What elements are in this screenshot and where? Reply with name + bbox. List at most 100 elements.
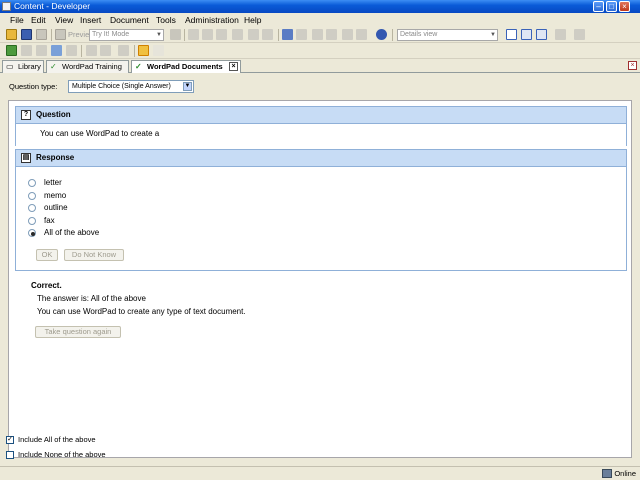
menu-edit[interactable]: Edit <box>31 15 46 25</box>
option-memo[interactable]: memo <box>28 191 66 202</box>
radio-button[interactable] <box>28 192 36 200</box>
question-text: You can use WordPad to create a <box>40 129 160 138</box>
include-none-checkbox[interactable]: Include None of the above <box>6 450 106 461</box>
sync-icon[interactable] <box>574 29 585 40</box>
response-icon: ▤ <box>21 153 31 163</box>
option-fax[interactable]: fax <box>28 216 55 227</box>
checkbox-checked[interactable]: ✓ <box>6 436 14 444</box>
tab-wordpad-training[interactable]: ✓ WordPad Training <box>46 60 129 73</box>
toolbar-button[interactable] <box>21 45 32 56</box>
copy-icon[interactable] <box>202 29 213 40</box>
do-not-know-button[interactable]: Do Not Know <box>64 249 124 261</box>
redo-icon[interactable] <box>296 29 307 40</box>
outdent-icon[interactable] <box>326 29 337 40</box>
toolbar-separator <box>134 45 135 57</box>
question-editor: ? Question You can use WordPad to create… <box>8 100 632 458</box>
radio-button[interactable] <box>28 179 36 187</box>
view-select[interactable]: Details view ▼ <box>397 29 498 41</box>
question-body: You can use WordPad to create a <box>15 124 627 146</box>
ok-button[interactable]: OK <box>36 249 58 261</box>
menu-tools[interactable]: Tools <box>156 15 176 25</box>
tab-library[interactable]: ▭ Library <box>2 60 44 73</box>
replace-icon[interactable] <box>356 29 367 40</box>
question-type-value: Multiple Choice (Single Answer) <box>72 83 171 90</box>
tab-label: WordPad Documents <box>147 62 223 71</box>
menu-view[interactable]: View <box>55 15 73 25</box>
document-tabs: ▭ Library ✓ WordPad Training ✓ WordPad D… <box>0 59 640 74</box>
edit-pencil-icon[interactable] <box>138 45 149 56</box>
question-section-header: ? Question <box>15 106 627 124</box>
check-icon: ✓ <box>135 62 142 71</box>
delete-icon[interactable] <box>232 29 243 40</box>
close-button[interactable]: × <box>619 1 630 12</box>
title-bar: Content - Developer – □ × <box>0 0 640 13</box>
menu-bar: File Edit View Insert Document Tools Adm… <box>0 13 640 27</box>
response-section-header: ▤ Response <box>15 149 627 167</box>
include-all-label: Include All of the above <box>18 435 96 444</box>
publish-icon[interactable] <box>555 29 566 40</box>
menu-insert[interactable]: Insert <box>80 15 101 25</box>
option-label: All of the above <box>44 228 100 237</box>
toolbar-button[interactable] <box>66 45 77 56</box>
option-label: fax <box>44 216 55 225</box>
toolbar-separator <box>392 29 393 41</box>
feedback-explanation: You can use WordPad to create any type o… <box>37 307 246 316</box>
toolbar-button[interactable] <box>170 29 181 40</box>
cut-icon[interactable] <box>188 29 199 40</box>
undo-icon[interactable] <box>282 29 293 40</box>
status-bar: Online <box>0 466 640 480</box>
toolbar-separator <box>51 29 52 41</box>
option-label: letter <box>44 178 62 187</box>
checkbox-unchecked[interactable] <box>6 451 14 459</box>
properties-icon[interactable] <box>248 29 259 40</box>
option-outline[interactable]: outline <box>28 203 68 214</box>
book-icon: ▭ <box>6 62 14 71</box>
menu-administration[interactable]: Administration <box>185 15 239 25</box>
tab-label: WordPad Training <box>62 62 122 71</box>
move-up-icon[interactable] <box>86 45 97 56</box>
move-down-icon[interactable] <box>100 45 111 56</box>
layout-single-icon[interactable] <box>506 29 517 40</box>
paste-icon[interactable] <box>216 29 227 40</box>
question-type-select[interactable]: Multiple Choice (Single Answer) ▼ <box>68 80 194 93</box>
layout-split-vertical-icon[interactable] <box>536 29 547 40</box>
image-icon[interactable] <box>51 45 62 56</box>
window-title: Content - Developer <box>14 1 91 11</box>
take-question-again-button[interactable]: Take question again <box>35 326 121 338</box>
menu-help[interactable]: Help <box>244 15 261 25</box>
radio-button-selected[interactable] <box>28 229 36 237</box>
indent-icon[interactable] <box>312 29 323 40</box>
help-icon[interactable] <box>376 29 387 40</box>
include-all-checkbox[interactable]: ✓ Include All of the above <box>6 435 96 446</box>
question-type-label: Question type: <box>9 82 58 91</box>
tab-wordpad-documents[interactable]: ✓ WordPad Documents × <box>131 60 241 74</box>
feedback-title: Correct. <box>31 281 62 290</box>
find-icon[interactable] <box>342 29 353 40</box>
preview-icon[interactable] <box>55 29 66 40</box>
layout-split-horizontal-icon[interactable] <box>521 29 532 40</box>
option-letter[interactable]: letter <box>28 178 62 189</box>
status-text: Online <box>614 469 636 478</box>
save-icon[interactable] <box>21 29 32 40</box>
document-toolbar <box>0 43 640 59</box>
mode-select[interactable]: Try It! Mode ▼ <box>89 29 164 41</box>
toolbar-separator <box>278 29 279 41</box>
radio-button[interactable] <box>28 217 36 225</box>
maximize-button[interactable]: □ <box>606 1 617 12</box>
option-all-of-the-above[interactable]: All of the above <box>28 228 99 239</box>
link-icon[interactable] <box>262 29 273 40</box>
menu-file[interactable]: File <box>10 15 24 25</box>
question-icon: ? <box>21 110 31 120</box>
radio-button[interactable] <box>28 204 36 212</box>
toolbar-button[interactable] <box>36 45 47 56</box>
close-tab-icon[interactable]: × <box>229 62 238 71</box>
close-panel-icon[interactable]: × <box>628 61 637 70</box>
chevron-down-icon: ▼ <box>183 82 192 91</box>
minimize-button[interactable]: – <box>593 1 604 12</box>
search-icon[interactable] <box>153 45 164 56</box>
print-icon[interactable] <box>36 29 47 40</box>
toolbar-button[interactable] <box>118 45 129 56</box>
open-icon[interactable] <box>6 29 17 40</box>
menu-document[interactable]: Document <box>110 15 149 25</box>
add-icon[interactable] <box>6 45 17 56</box>
